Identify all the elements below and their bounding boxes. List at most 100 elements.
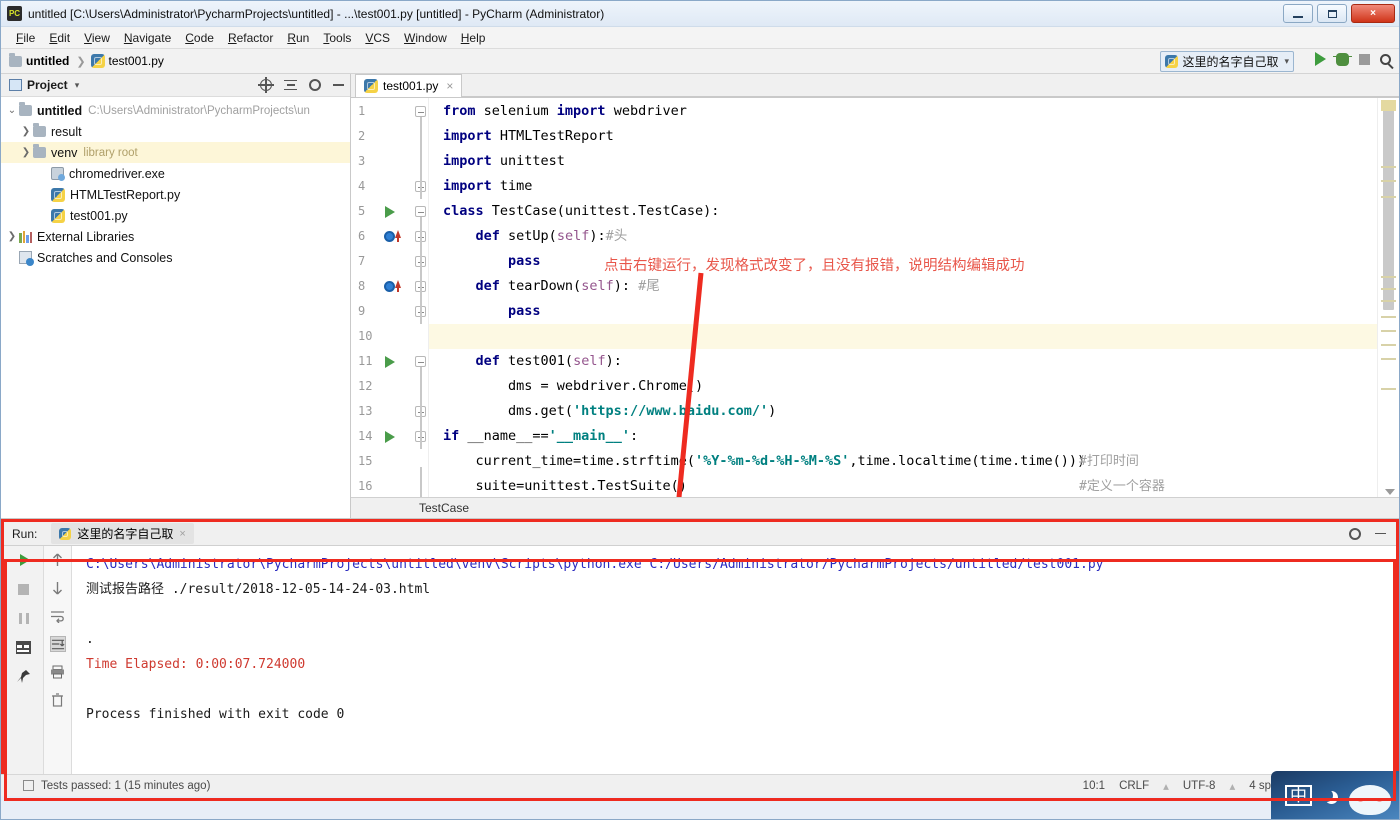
menu-item-navigate[interactable]: Navigate: [117, 29, 178, 47]
editor-scrollbar[interactable]: [1377, 98, 1399, 497]
tree-item-untitled[interactable]: ⌄ untitled C:\Users\Administrator\PycharmP…: [1, 100, 350, 121]
debug-icon[interactable]: [1333, 52, 1352, 66]
tree-item-result[interactable]: ❯ result: [1, 121, 350, 142]
hide-icon[interactable]: [1375, 532, 1386, 535]
rerun-icon[interactable]: [16, 552, 32, 568]
code-line[interactable]: dms = webdriver.Chrome(): [429, 374, 1399, 399]
code-line[interactable]: pass: [429, 299, 1399, 324]
editor-marker: [1381, 316, 1396, 318]
menu-item-code[interactable]: Code: [178, 29, 221, 47]
soft-wrap-icon[interactable]: [50, 608, 66, 624]
hide-icon[interactable]: [333, 84, 344, 86]
run-icon[interactable]: [1315, 52, 1326, 66]
code-line[interactable]: pass: [429, 249, 1399, 274]
close-button[interactable]: ×: [1351, 4, 1395, 23]
tree-item-chromedriver-exe[interactable]: chromedriver.exe: [1, 163, 350, 184]
code-line[interactable]: [429, 324, 1399, 349]
maximize-button[interactable]: [1317, 4, 1347, 23]
indent-setting[interactable]: 4 sp: [1249, 780, 1271, 792]
override-arrow-icon[interactable]: [395, 280, 401, 292]
code-line[interactable]: class TestCase(unittest.TestCase):: [429, 199, 1399, 224]
editor-breadcrumb[interactable]: TestCase: [351, 497, 1399, 518]
menu-item-view[interactable]: View: [77, 29, 117, 47]
code-line[interactable]: from selenium import webdriver: [429, 99, 1399, 124]
menu-item-tools[interactable]: Tools: [316, 29, 358, 47]
code-line[interactable]: suite=unittest.TestSuite(): [429, 474, 1399, 497]
run-tab[interactable]: 这里的名字自己取 ×: [51, 523, 194, 544]
code-line[interactable]: import time: [429, 174, 1399, 199]
menu-item-window[interactable]: Window: [397, 29, 454, 47]
run-console-output[interactable]: C:\Users\Administrator\PycharmProjects\u…: [72, 546, 1396, 774]
stop-icon[interactable]: [1359, 53, 1370, 65]
menu-item-refactor[interactable]: Refactor: [221, 29, 280, 47]
breadcrumb-file[interactable]: test001.py: [90, 54, 164, 68]
pause-icon[interactable]: [16, 610, 32, 626]
code-content[interactable]: from selenium import webdriver import HTM…: [429, 98, 1399, 497]
line-separator[interactable]: CRLF: [1119, 780, 1149, 792]
code-line[interactable]: current_time=time.strftime('%Y-%m-%d-%H-…: [429, 449, 1399, 474]
menu-item-vcs[interactable]: VCS: [358, 29, 397, 47]
chevron-right-icon[interactable]: ❯: [19, 147, 33, 158]
tree-item-external-libraries[interactable]: ❯ External Libraries: [1, 226, 350, 247]
menu-item-edit[interactable]: Edit: [42, 29, 77, 47]
run-gutter-icon[interactable]: [385, 206, 395, 218]
close-icon[interactable]: ×: [446, 79, 453, 93]
line-number: 2: [358, 129, 366, 143]
tree-item-scratches-and-consoles[interactable]: Scratches and Consoles: [1, 247, 350, 268]
tests-passed-label[interactable]: Tests passed: 1 (15 minutes ago): [41, 780, 210, 792]
tree-item-test001-py[interactable]: test001.py: [1, 205, 350, 226]
override-gutter-icon[interactable]: [384, 281, 395, 292]
caret-position[interactable]: 10:1: [1083, 780, 1105, 792]
code-editor[interactable]: 1234567891011121314151617 from selenium …: [351, 98, 1399, 497]
file-encoding[interactable]: UTF-8: [1183, 780, 1216, 792]
scrollbar-thumb[interactable]: [1383, 110, 1394, 310]
stop-icon[interactable]: [16, 581, 32, 597]
scroll-to-end-icon[interactable]: [49, 636, 66, 652]
gear-icon[interactable]: [1349, 527, 1361, 540]
minimize-button[interactable]: [1283, 4, 1313, 23]
code-line[interactable]: dms.get('https://www.baidu.com/'): [429, 399, 1399, 424]
run-configuration-selector[interactable]: 这里的名字自己取 ▾: [1160, 51, 1294, 72]
code-line[interactable]: if __name__=='__main__':: [429, 424, 1399, 449]
select-opened-file-icon[interactable]: [258, 77, 274, 93]
code-fold-icon[interactable]: [415, 106, 426, 117]
menu-item-run[interactable]: Run: [280, 29, 316, 47]
editor-tab-test001[interactable]: test001.py ×: [355, 74, 463, 97]
search-icon[interactable]: [1380, 53, 1391, 65]
code-line[interactable]: def test001(self):: [429, 349, 1399, 374]
chevron-down-icon[interactable]: ▾: [75, 80, 80, 91]
override-gutter-icon[interactable]: [384, 231, 395, 242]
run-gutter-icon[interactable]: [385, 431, 395, 443]
chevron-down-icon[interactable]: ⌄: [5, 105, 19, 116]
code-line[interactable]: import HTMLTestReport: [429, 124, 1399, 149]
scroll-down-icon[interactable]: [50, 580, 66, 596]
ime-widget[interactable]: 中: [1271, 771, 1399, 819]
code-line[interactable]: def tearDown(self): #尾: [429, 274, 1399, 299]
pin-icon[interactable]: [16, 668, 32, 684]
override-arrow-icon[interactable]: [395, 230, 401, 242]
tree-item-venv[interactable]: ❯ venv library root: [1, 142, 350, 163]
collapse-all-icon[interactable]: [284, 79, 297, 91]
scroll-down-icon[interactable]: [1385, 489, 1395, 495]
code-line[interactable]: def setUp(self):#头: [429, 224, 1399, 249]
layout-icon[interactable]: [16, 639, 32, 655]
code-fold-icon[interactable]: [415, 356, 426, 367]
print-icon[interactable]: [50, 664, 66, 680]
menu-item-help[interactable]: Help: [454, 29, 493, 47]
trash-icon[interactable]: [50, 692, 66, 708]
close-icon[interactable]: ×: [179, 528, 185, 540]
scroll-up-icon[interactable]: [50, 552, 66, 568]
code-line[interactable]: import unittest: [429, 149, 1399, 174]
chevron-right-icon[interactable]: ❯: [5, 231, 19, 242]
editor-gutter[interactable]: 1234567891011121314151617: [351, 98, 429, 497]
tree-item-sublabel: library root: [83, 146, 138, 159]
gear-icon[interactable]: [309, 79, 321, 91]
tree-item-htmltestreport-py[interactable]: HTMLTestReport.py: [1, 184, 350, 205]
run-gutter-icon[interactable]: [385, 356, 395, 368]
ime-language-icon[interactable]: 中: [1285, 784, 1312, 806]
breadcrumb-project[interactable]: untitled: [9, 52, 69, 68]
menu-item-file[interactable]: File: [9, 29, 42, 47]
code-fold-icon[interactable]: [415, 206, 426, 217]
chevron-right-icon[interactable]: ❯: [19, 126, 33, 137]
